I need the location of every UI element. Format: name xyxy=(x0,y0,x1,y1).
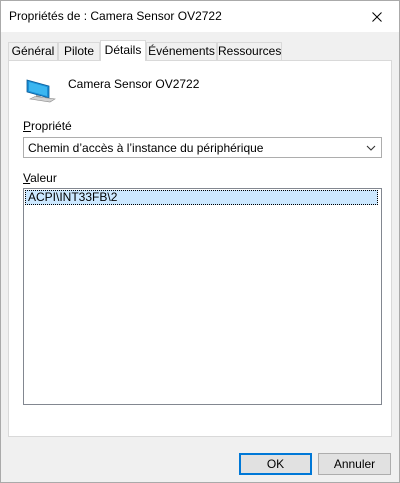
ok-button[interactable]: OK xyxy=(239,453,312,475)
tab-bar: Général Pilote Détails Événements Ressou… xyxy=(8,40,392,61)
chevron-down-icon xyxy=(366,145,376,151)
monitor-icon xyxy=(26,79,56,103)
tab-general[interactable]: Général xyxy=(8,42,58,60)
tab-driver[interactable]: Pilote xyxy=(58,42,100,60)
property-dropdown[interactable]: Chemin d’accès à l’instance du périphéri… xyxy=(23,137,382,158)
device-name: Camera Sensor OV2722 xyxy=(68,77,200,91)
tab-events[interactable]: Événements xyxy=(146,42,217,60)
close-icon xyxy=(372,11,382,22)
close-button[interactable] xyxy=(355,1,399,32)
list-item[interactable]: ACPI\INT33FB\2 xyxy=(25,190,378,205)
details-panel: Camera Sensor OV2722 Propriété Chemin d’… xyxy=(8,60,392,437)
property-selected-value: Chemin d’accès à l’instance du périphéri… xyxy=(28,141,264,155)
tab-resources[interactable]: Ressources xyxy=(217,42,282,60)
property-label: Propriété xyxy=(23,119,72,133)
value-listbox[interactable]: ACPI\INT33FB\2 xyxy=(23,188,382,405)
value-label: Valeur xyxy=(23,171,57,185)
properties-dialog: Propriétés de : Camera Sensor OV2722 Gén… xyxy=(0,0,400,483)
title-bar: Propriétés de : Camera Sensor OV2722 xyxy=(1,1,399,32)
window-title: Propriétés de : Camera Sensor OV2722 xyxy=(9,9,222,23)
tab-details[interactable]: Détails xyxy=(100,40,146,61)
cancel-button[interactable]: Annuler xyxy=(318,453,391,475)
